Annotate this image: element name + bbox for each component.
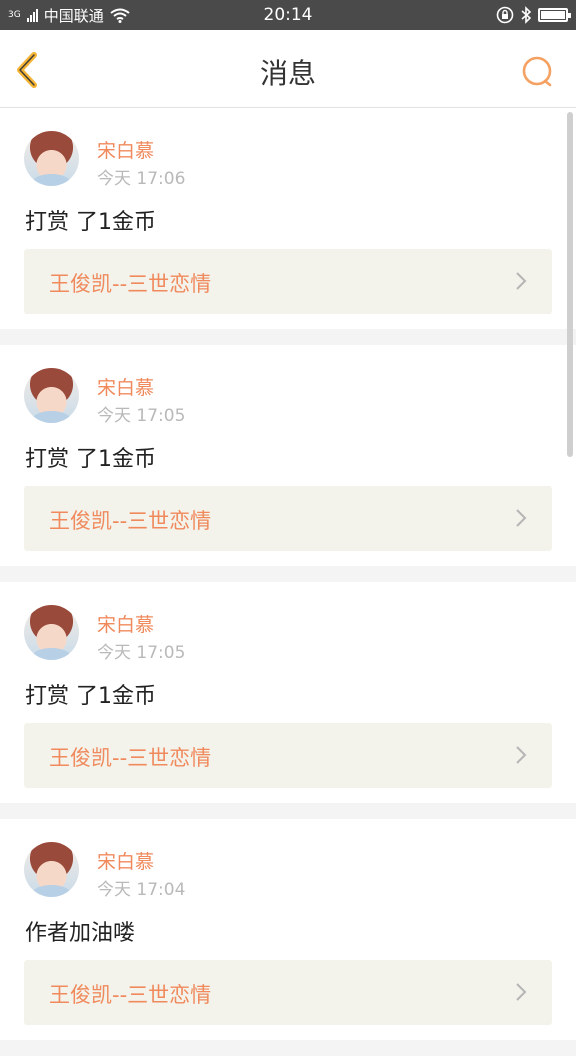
message-text: 打赏 了1金币 [25,447,156,472]
battery-fill [541,11,565,19]
username[interactable]: 宋白慕 [97,373,154,400]
rotation-lock-icon [496,6,514,24]
chevron-right-icon [516,746,527,764]
message-text: 打赏 了1金币 [25,210,156,235]
avatar[interactable] [24,131,79,186]
message-card: 宋白慕 今天 17:04 作者加油喽 王俊凯--三世恋情 [0,819,576,1040]
status-left: 3G 中国联通 [8,5,130,26]
username[interactable]: 宋白慕 [97,610,154,637]
status-bar: 3G 中国联通 20:14 [0,0,576,30]
signal-icon [26,8,38,22]
story-link[interactable]: 王俊凯--三世恋情 [24,723,552,788]
message-time: 今天 17:05 [97,406,186,426]
message-time: 今天 17:05 [97,643,186,663]
story-link[interactable]: 王俊凯--三世恋情 [24,486,552,551]
message-list: 宋白慕 今天 17:06 打赏 了1金币 王俊凯--三世恋情 宋白慕 今天 17… [0,108,576,1056]
wifi-icon [110,8,130,23]
chevron-left-icon [17,52,37,88]
message-card: 宋白慕 今天 17:05 打赏 了1金币 王俊凯--三世恋情 [0,345,576,566]
nav-header: 消息 [0,30,576,108]
message-card: 宋白慕 今天 17:05 打赏 了1金币 王俊凯--三世恋情 [0,582,576,803]
message-text: 作者加油喽 [25,921,136,946]
carrier-name: 中国联通 [43,6,104,25]
network-type: 3G [8,10,21,20]
username[interactable]: 宋白慕 [97,136,154,163]
story-link[interactable]: 王俊凯--三世恋情 [24,249,552,314]
username[interactable]: 宋白慕 [97,847,154,874]
back-button[interactable] [10,50,50,90]
bluetooth-icon [521,6,532,24]
chevron-right-icon [516,509,527,527]
story-link-label: 王俊凯--三世恋情 [49,746,212,770]
chevron-right-icon [516,983,527,1001]
search-icon [522,56,552,87]
story-link-label: 王俊凯--三世恋情 [49,983,212,1007]
status-right [496,6,571,24]
avatar[interactable] [24,842,79,897]
message-time: 今天 17:06 [97,169,186,189]
message-text: 打赏 了1金币 [25,684,156,709]
search-button[interactable] [520,54,556,90]
scrollbar[interactable] [567,112,573,457]
battery-icon [538,8,571,22]
avatar[interactable] [24,605,79,660]
page-title: 消息 [259,57,316,90]
chevron-right-icon [516,272,527,290]
story-link[interactable]: 王俊凯--三世恋情 [24,960,552,1025]
story-link-label: 王俊凯--三世恋情 [49,272,212,296]
message-time: 今天 17:04 [97,880,186,900]
message-card: 宋白慕 今天 17:06 打赏 了1金币 王俊凯--三世恋情 [0,108,576,329]
story-link-label: 王俊凯--三世恋情 [49,509,212,533]
avatar[interactable] [24,368,79,423]
